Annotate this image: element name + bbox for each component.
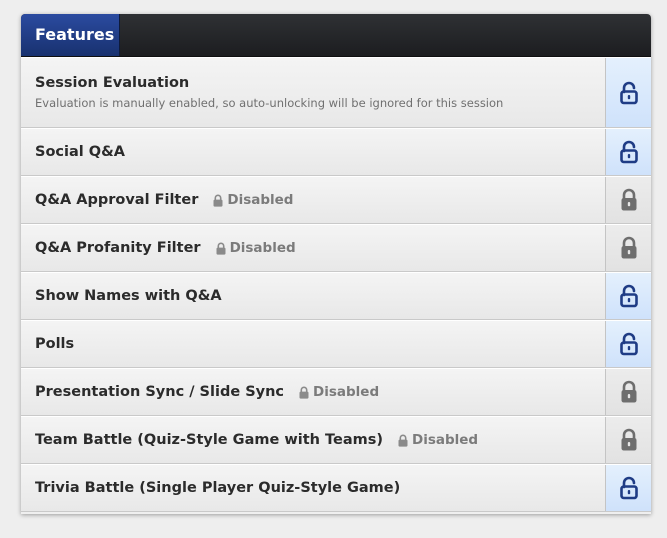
lock-toggle-button[interactable] — [605, 58, 651, 127]
lock-toggle-button[interactable] — [605, 273, 651, 319]
feature-title: Session Evaluation — [35, 75, 190, 91]
disabled-label: Disabled — [227, 192, 294, 208]
disabled-label: Disabled — [411, 432, 479, 448]
feature-info: Trivia Battle (Single Player Quiz-Style … — [21, 465, 605, 511]
tab-features[interactable]: Features — [21, 14, 120, 56]
feature-title: Polls — [35, 336, 75, 352]
feature-subtitle: Evaluation is manually enabled, so auto-… — [35, 96, 504, 110]
feature-info: Team Battle (Quiz-Style Game with Teams)… — [21, 417, 605, 463]
feature-row-qa-profanity-filter: Q&A Profanity Filter Disabled — [21, 224, 651, 272]
small-lock-icon — [298, 386, 310, 399]
lock-toggle-button[interactable] — [605, 129, 651, 175]
feature-info: Session Evaluation Evaluation is manuall… — [21, 58, 605, 127]
feature-title: Q&A Approval Filter — [35, 192, 199, 208]
feature-title: Team Battle (Quiz-Style Game with Teams) — [35, 432, 383, 448]
unlocked-lock-icon — [618, 332, 640, 356]
feature-row-team-battle: Team Battle (Quiz-Style Game with Teams)… — [21, 416, 651, 464]
feature-row-social-qa: Social Q&A — [21, 128, 651, 176]
unlocked-lock-icon — [618, 81, 640, 105]
feature-row-trivia-battle: Trivia Battle (Single Player Quiz-Style … — [21, 464, 651, 512]
locked-lock-icon — [618, 188, 640, 212]
lock-toggle-button[interactable] — [605, 177, 651, 223]
unlocked-lock-icon — [618, 476, 640, 500]
small-lock-icon — [212, 194, 224, 207]
unlocked-lock-icon — [618, 140, 640, 164]
features-panel: Features Session Evaluation Evaluation i… — [21, 14, 651, 514]
feature-row-show-names-with-qa: Show Names with Q&A — [21, 272, 651, 320]
feature-info: Social Q&A — [21, 129, 605, 175]
feature-title: Q&A Profanity Filter — [35, 240, 201, 256]
unlocked-lock-icon — [618, 284, 640, 308]
feature-title: Presentation Sync / Slide Sync — [35, 384, 285, 400]
disabled-badge: Disabled — [397, 432, 478, 448]
feature-info: Presentation Sync / Slide Sync Disabled — [21, 369, 605, 415]
locked-lock-icon — [618, 380, 640, 404]
locked-lock-icon — [618, 428, 640, 452]
lock-toggle-button[interactable] — [605, 321, 651, 367]
lock-toggle-button[interactable] — [605, 465, 651, 511]
feature-row-session-evaluation: Session Evaluation Evaluation is manuall… — [21, 57, 651, 128]
small-lock-icon — [215, 242, 227, 255]
disabled-label: Disabled — [313, 384, 380, 400]
feature-info: Polls — [21, 321, 605, 367]
lock-toggle-button[interactable] — [605, 225, 651, 271]
feature-title: Trivia Battle (Single Player Quiz-Style … — [35, 480, 401, 496]
feature-row-polls: Polls — [21, 320, 651, 368]
disabled-badge: Disabled — [215, 240, 296, 256]
feature-title: Show Names with Q&A — [35, 288, 222, 304]
disabled-badge: Disabled — [298, 384, 379, 400]
feature-info: Q&A Profanity Filter Disabled — [21, 225, 605, 271]
lock-toggle-button[interactable] — [605, 369, 651, 415]
feature-row-qa-approval-filter: Q&A Approval Filter Disabled — [21, 176, 651, 224]
locked-lock-icon — [618, 236, 640, 260]
disabled-label: Disabled — [229, 240, 296, 256]
feature-info: Q&A Approval Filter Disabled — [21, 177, 605, 223]
panel-header: Features — [21, 14, 651, 57]
disabled-badge: Disabled — [212, 192, 293, 208]
lock-toggle-button[interactable] — [605, 417, 651, 463]
feature-title: Social Q&A — [35, 144, 125, 160]
feature-row-presentation-sync: Presentation Sync / Slide Sync Disabled — [21, 368, 651, 416]
small-lock-icon — [397, 434, 409, 447]
feature-info: Show Names with Q&A — [21, 273, 605, 319]
